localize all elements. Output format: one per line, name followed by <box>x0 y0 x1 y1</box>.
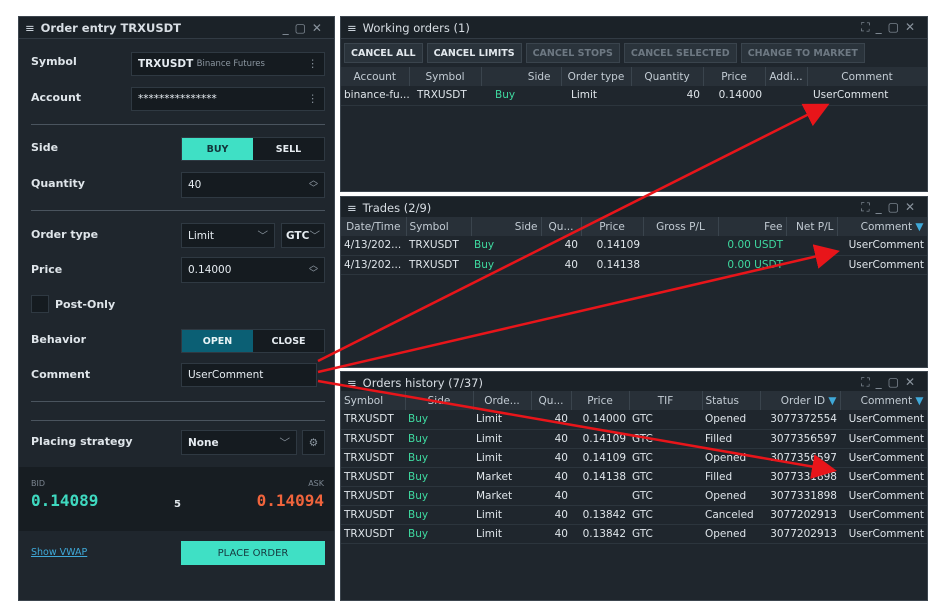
arrow-to-history-comment <box>317 379 837 479</box>
arrow-to-working-comment <box>317 103 830 363</box>
arrow-to-trades-comment <box>317 244 840 374</box>
annotation-arrows <box>317 103 840 479</box>
